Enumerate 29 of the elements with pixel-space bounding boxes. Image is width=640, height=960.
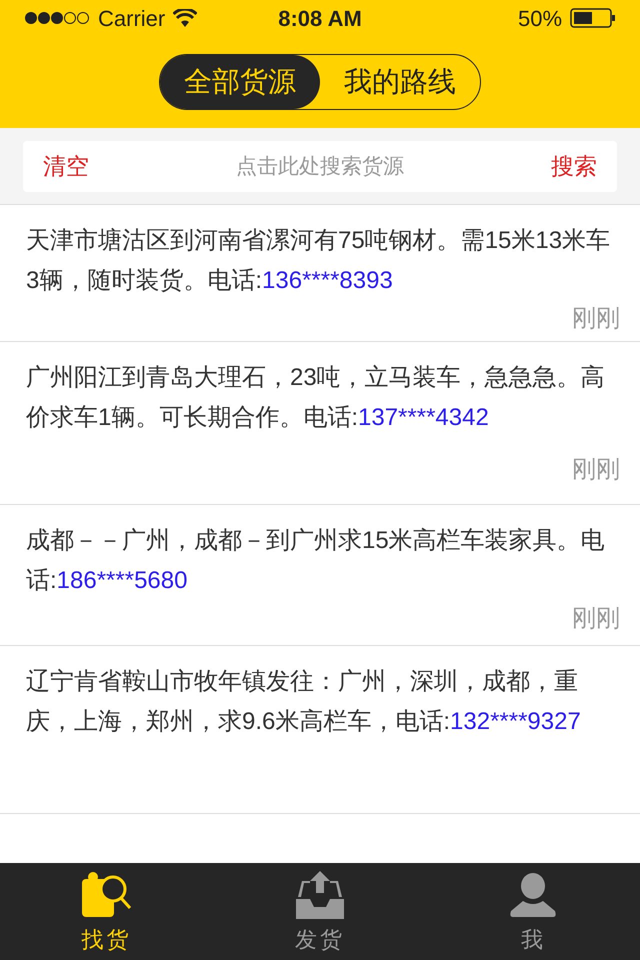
search-button[interactable]: 搜索 xyxy=(551,149,597,184)
phone-link[interactable]: 137****4342 xyxy=(358,404,489,431)
search-bar[interactable]: 清空 点击此处搜索货源 搜索 xyxy=(23,141,617,192)
phone-link[interactable]: 132****9327 xyxy=(450,708,581,735)
segment-tab[interactable]: 全部货源 xyxy=(160,55,320,109)
wifi-icon xyxy=(173,9,198,27)
carrier-name: Carrier xyxy=(98,4,166,32)
battery-percent: 50% xyxy=(518,4,562,32)
battery-icon xyxy=(570,8,616,28)
post-time: 刚刚 xyxy=(572,604,620,634)
status-time: 8:08 AM xyxy=(278,4,362,32)
segment-tab[interactable]: 我的路线 xyxy=(320,55,480,109)
listing-text: 成都－－广州，成都－到广州求15米高栏车装家具。电话:186****5680 xyxy=(26,526,606,596)
listing-text: 天津市塘沽区到河南省漯河有75吨钢材。需15米13米车3辆，随时装货。电话:136****8393 xyxy=(26,226,612,296)
search-icon xyxy=(82,871,132,919)
listing-text: 广州阳江到青岛大理石，23吨，立马装车，急急急。高价求车1辆。可长期合作。电话:137****4342 xyxy=(26,363,606,433)
tab-bar-item[interactable]: 我 xyxy=(426,863,640,960)
phone-link[interactable]: 136****8393 xyxy=(262,267,393,294)
outbox-icon xyxy=(296,871,344,919)
signal-icon xyxy=(24,11,90,25)
tab-bar-item[interactable]: 找货 xyxy=(0,863,214,960)
search-field[interactable]: 点击此处搜索货源 xyxy=(89,150,551,182)
post-time: 刚刚 xyxy=(572,455,620,485)
clear-button[interactable]: 清空 xyxy=(43,149,89,184)
listing-text: 辽宁肯省鞍山市牧年镇发往：广州，深圳，成都，重庆，上海，郑州，求9.6米高栏车，电话:132****9327 xyxy=(26,667,582,737)
phone-link[interactable]: 186****5680 xyxy=(56,567,188,594)
person-icon xyxy=(509,873,558,919)
tab-bar-item[interactable]: 发货 xyxy=(213,863,427,960)
post-time: 刚刚 xyxy=(572,304,620,334)
